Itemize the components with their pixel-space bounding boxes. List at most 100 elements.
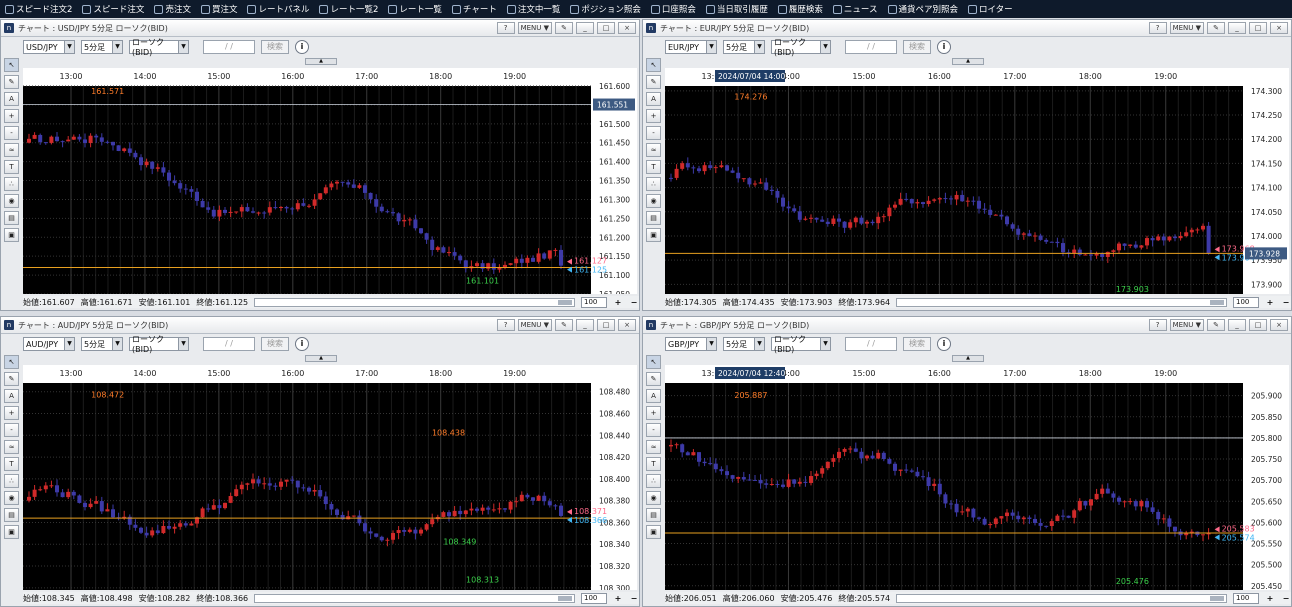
scroll-thumb[interactable] xyxy=(1210,595,1224,601)
edit-button[interactable]: ✎ xyxy=(1207,319,1225,331)
toolbar-speed-order-2[interactable]: スピード注文2 xyxy=(0,0,77,18)
pair-select[interactable]: GBP/JPY ▼ xyxy=(665,337,717,351)
pair-select[interactable]: AUD/JPY ▼ xyxy=(23,337,75,351)
info-icon[interactable]: i xyxy=(937,40,951,54)
chart-type-select[interactable]: ローソク(BID) ▼ xyxy=(771,335,831,354)
eye-icon[interactable]: ◉ xyxy=(646,491,661,505)
zoom-in-button[interactable]: + xyxy=(613,594,623,603)
zoom-in-icon[interactable]: + xyxy=(4,109,19,123)
toolbar-sell-order[interactable]: 売注文 xyxy=(149,0,196,18)
timeframe-select[interactable]: 5分足 ▼ xyxy=(723,337,765,351)
zoom-select[interactable]: 100 xyxy=(1233,296,1259,308)
toolbar-orders[interactable]: 注文中一覧 xyxy=(502,0,566,18)
eye-icon[interactable]: ◉ xyxy=(646,194,661,208)
tech-icon[interactable]: T xyxy=(4,457,19,471)
close-button[interactable]: × xyxy=(618,22,636,34)
toolbar-today-history[interactable]: 当日取引履歴 xyxy=(701,0,773,18)
save-icon[interactable]: ▣ xyxy=(646,228,661,242)
date-input[interactable]: / / xyxy=(845,40,897,54)
timeframe-select[interactable]: 5分足 ▼ xyxy=(81,40,123,54)
all-pen-icon[interactable]: A xyxy=(4,389,19,403)
save-icon[interactable]: ▣ xyxy=(4,525,19,539)
price-chart[interactable]: 13:00 14:00 15:00 16:00 17:00 18:00 19:00 161.6… xyxy=(23,68,637,294)
eye-icon[interactable]: ◉ xyxy=(4,491,19,505)
window-titlebar[interactable]: n チャート : EUR/JPY 5分足 ローソク(BID)? MENU ▼ ✎ _ □ × xyxy=(643,20,1291,37)
date-input[interactable]: / / xyxy=(845,337,897,351)
toolbar-rate-list[interactable]: レート一覧 xyxy=(383,0,447,18)
toolbar-reuters[interactable]: ロイター xyxy=(963,0,1018,18)
price-chart[interactable]: 13:00 14:00 15:00 16:00 17:00 18:00 19:00 108.4… xyxy=(23,365,637,590)
window-titlebar[interactable]: n チャート : AUD/JPY 5分足 ローソク(BID)? MENU ▼ ✎ _ □ × xyxy=(1,317,639,334)
dots-icon[interactable]: ∴ xyxy=(4,177,19,191)
all-pen-icon[interactable]: A xyxy=(646,92,661,106)
cursor-icon[interactable]: ↖ xyxy=(646,58,661,72)
indicator-icon[interactable]: ≈ xyxy=(4,143,19,157)
pen-icon[interactable]: ✎ xyxy=(646,75,661,89)
toolbar-account[interactable]: 口座照会 xyxy=(646,0,701,18)
zoom-out-button[interactable]: − xyxy=(1281,594,1291,603)
info-icon[interactable]: i xyxy=(937,337,951,351)
zoom-out-button[interactable]: − xyxy=(1281,298,1291,307)
scroll-thumb[interactable] xyxy=(558,595,572,601)
help-button[interactable]: ? xyxy=(496,319,515,331)
tech-icon[interactable]: T xyxy=(646,160,661,174)
pen-icon[interactable]: ✎ xyxy=(646,372,661,386)
edit-button[interactable]: ✎ xyxy=(555,319,573,331)
all-pen-icon[interactable]: A xyxy=(646,389,661,403)
window-titlebar[interactable]: n チャート : GBP/JPY 5分足 ローソク(BID)? MENU ▼ ✎ _ □ × xyxy=(643,317,1291,334)
maximize-button[interactable]: □ xyxy=(597,319,615,331)
print-icon[interactable]: ▤ xyxy=(646,508,661,522)
pair-select[interactable]: EUR/JPY ▼ xyxy=(665,40,717,54)
horizontal-scrollbar[interactable] xyxy=(896,297,1227,307)
toolbar-chart[interactable]: チャート xyxy=(447,0,502,18)
cursor-icon[interactable]: ↖ xyxy=(4,355,19,369)
close-button[interactable]: × xyxy=(618,319,636,331)
zoom-in-icon[interactable]: + xyxy=(4,406,19,420)
all-pen-icon[interactable]: A xyxy=(4,92,19,106)
zoom-out-icon[interactable]: - xyxy=(646,423,661,437)
zoom-select[interactable]: 100 xyxy=(581,296,607,308)
zoom-in-button[interactable]: + xyxy=(1265,298,1275,307)
pen-icon[interactable]: ✎ xyxy=(4,75,19,89)
minimize-button[interactable]: _ xyxy=(576,319,594,331)
menu-button[interactable]: MENU ▼ xyxy=(517,319,552,331)
zoom-select[interactable]: 100 xyxy=(1233,592,1259,604)
price-chart[interactable]: 13:00 14:00 15:00 16:00 17:00 18:00 19:00174.3… xyxy=(665,68,1289,294)
cursor-icon[interactable]: ↖ xyxy=(4,58,19,72)
tech-icon[interactable]: T xyxy=(646,457,661,471)
minimize-button[interactable]: _ xyxy=(1228,319,1246,331)
dots-icon[interactable]: ∴ xyxy=(4,474,19,488)
maximize-button[interactable]: □ xyxy=(1249,22,1267,34)
toolbar-pair-inquiry[interactable]: 通貨ペア別照会 xyxy=(883,0,964,18)
date-input[interactable]: / / xyxy=(203,40,255,54)
indicator-icon[interactable]: ≈ xyxy=(4,440,19,454)
zoom-out-button[interactable]: − xyxy=(629,594,639,603)
zoom-in-button[interactable]: + xyxy=(1265,594,1275,603)
info-icon[interactable]: i xyxy=(295,337,309,351)
pair-select[interactable]: USD/JPY ▼ xyxy=(23,40,75,54)
save-icon[interactable]: ▣ xyxy=(4,228,19,242)
toolbar-rate-panel[interactable]: レートパネル xyxy=(242,0,314,18)
help-button[interactable]: ? xyxy=(1148,22,1167,34)
dots-icon[interactable]: ∴ xyxy=(646,474,661,488)
toolbar-history-search[interactable]: 履歴検索 xyxy=(773,0,828,18)
zoom-out-icon[interactable]: - xyxy=(4,126,19,140)
chart-type-select[interactable]: ローソク(BID) ▼ xyxy=(771,38,831,57)
timeframe-select[interactable]: 5分足 ▼ xyxy=(723,40,765,54)
indicator-icon[interactable]: ≈ xyxy=(646,440,661,454)
pen-icon[interactable]: ✎ xyxy=(4,372,19,386)
close-button[interactable]: × xyxy=(1270,319,1288,331)
search-button[interactable]: 検索 xyxy=(261,40,289,54)
horizontal-scrollbar[interactable] xyxy=(254,297,575,307)
print-icon[interactable]: ▤ xyxy=(4,211,19,225)
search-button[interactable]: 検索 xyxy=(903,337,931,351)
chart-type-select[interactable]: ローソク(BID) ▼ xyxy=(129,335,189,354)
edit-button[interactable]: ✎ xyxy=(555,22,573,34)
zoom-in-button[interactable]: + xyxy=(613,298,623,307)
horizontal-scrollbar[interactable] xyxy=(254,593,575,603)
help-button[interactable]: ? xyxy=(496,22,515,34)
menu-button[interactable]: MENU ▼ xyxy=(517,22,552,34)
collapse-tab-icon[interactable]: ▲ xyxy=(305,58,337,65)
horizontal-scrollbar[interactable] xyxy=(896,593,1227,603)
chart-type-select[interactable]: ローソク(BID) ▼ xyxy=(129,38,189,57)
